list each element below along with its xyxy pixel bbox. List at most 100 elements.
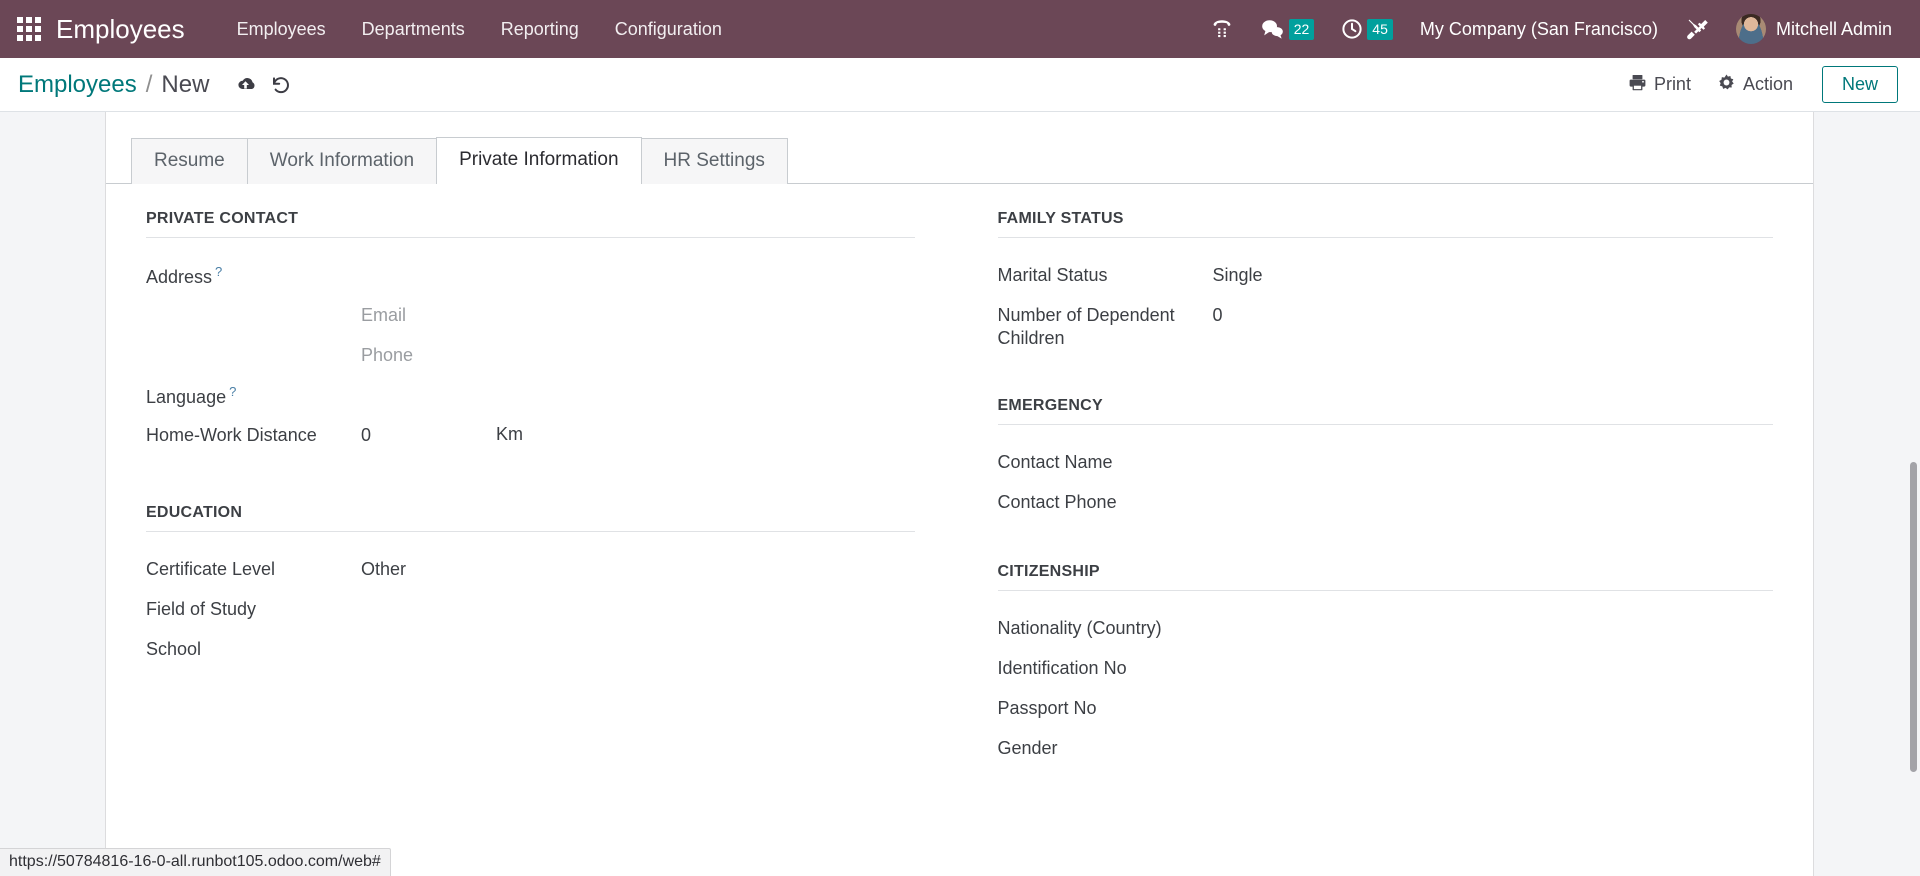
field-label-passport-no: Passport No: [997, 697, 1097, 718]
group-education: EDUCATION Certificate Level Other Field …: [146, 504, 915, 670]
group-emergency: EMERGENCY Contact Name Contact Phone: [997, 397, 1774, 523]
menu-item-employees[interactable]: Employees: [219, 11, 344, 48]
field-label-field-of-study: Field of Study: [146, 599, 257, 619]
field-value-email[interactable]: Email: [361, 302, 406, 327]
field-dependent-children: Number of Dependent Children 0: [998, 296, 1774, 357]
status-bar-url: https://50784816-16-0-all.runbot105.odoo…: [0, 848, 391, 876]
form-background: Resume Work Information Private Informat…: [0, 112, 1920, 876]
user-name: Mitchell Admin: [1775, 18, 1892, 39]
field-value-school[interactable]: [361, 636, 501, 659]
vertical-scrollbar-track[interactable]: [1906, 224, 1920, 876]
tools-debug-icon[interactable]: [1672, 10, 1724, 48]
field-label-address-text: Address: [146, 267, 213, 287]
gear-icon: [1717, 73, 1736, 97]
group-title-emergency: EMERGENCY: [997, 397, 1773, 425]
top-navbar: Employees Employees Departments Reportin…: [0, 0, 1920, 58]
field-gender: Gender: [998, 729, 1774, 769]
tab-resume[interactable]: Resume: [131, 138, 248, 184]
field-label-school: School: [146, 639, 202, 659]
field-field-of-study: Field of Study: [146, 590, 915, 630]
menu-item-departments[interactable]: Departments: [344, 11, 483, 48]
field-label-home-work-distance: Home-Work Distance: [146, 425, 317, 445]
field-label-nationality: Nationality (Country): [997, 617, 1162, 638]
field-label-identification-no: Identification No: [997, 657, 1127, 678]
field-certificate-level: Certificate Level Other: [146, 550, 915, 590]
navbar-menu: Employees Departments Reporting Configur…: [219, 11, 740, 48]
field-address: Address?: [146, 256, 915, 296]
field-language: Language?: [146, 376, 915, 416]
app-brand-employees[interactable]: Employees: [56, 14, 185, 45]
breadcrumb-separator: /: [145, 70, 153, 98]
breadcrumb-current-new: New: [161, 70, 210, 98]
field-label-email: [146, 302, 361, 304]
vertical-scrollbar-thumb[interactable]: [1910, 462, 1917, 772]
tab-private-information[interactable]: Private Information: [436, 137, 642, 184]
right-column: FAMILY STATUS Marital Status Single Numb…: [960, 210, 1774, 817]
field-nationality: Nationality (Country): [998, 609, 1774, 649]
form-sheet: Resume Work Information Private Informat…: [105, 112, 1814, 876]
tab-work-information[interactable]: Work Information: [246, 138, 438, 184]
control-panel: Employees / New Print Action New: [0, 58, 1920, 112]
field-value-emergency-contact-phone[interactable]: [1213, 489, 1353, 512]
group-family-status: FAMILY STATUS Marital Status Single Numb…: [997, 210, 1774, 357]
field-value-address[interactable]: [361, 262, 501, 285]
field-emergency-contact-name: Contact Name: [998, 443, 1774, 483]
print-label: Print: [1653, 74, 1691, 94]
help-icon-address[interactable]: ?: [215, 264, 222, 279]
field-value-dependent-children[interactable]: 0: [1213, 302, 1253, 327]
field-value-identification-no[interactable]: [1213, 655, 1353, 678]
breadcrumb-root-employees[interactable]: Employees: [18, 71, 137, 99]
print-button[interactable]: Print: [1615, 67, 1704, 103]
field-label-language: Language?: [146, 382, 361, 409]
field-label-language-text: Language: [146, 387, 227, 407]
group-citizenship: CITIZENSHIP Nationality (Country) Identi…: [997, 563, 1774, 769]
control-panel-actions: Print Action New: [1615, 66, 1898, 103]
field-value-home-work-distance[interactable]: 0: [361, 422, 401, 447]
field-value-marital-status[interactable]: Single: [1213, 262, 1263, 287]
field-value-field-of-study[interactable]: [361, 596, 501, 619]
user-menu[interactable]: Mitchell Admin: [1724, 9, 1898, 49]
clock-activities-icon[interactable]: 45: [1327, 11, 1406, 47]
left-column: PRIVATE CONTACT Address? Email Phone Lan…: [146, 210, 960, 817]
help-icon-language[interactable]: ?: [229, 384, 236, 399]
private-information-panel: PRIVATE CONTACT Address? Email Phone Lan…: [106, 184, 1813, 817]
field-label-phone: [146, 342, 361, 344]
group-title-private-contact: PRIVATE CONTACT: [146, 210, 915, 238]
field-label-emergency-contact-name: Contact Name: [997, 451, 1113, 472]
new-button[interactable]: New: [1821, 66, 1898, 103]
record-dirty-actions: [227, 68, 299, 102]
avatar: [1735, 14, 1766, 44]
action-button[interactable]: Action: [1704, 67, 1806, 103]
messages-icon[interactable]: 22: [1247, 11, 1328, 47]
field-value-language[interactable]: [361, 382, 501, 405]
activities-badge: 45: [1367, 18, 1393, 40]
field-value-gender[interactable]: [1213, 735, 1353, 758]
field-label-certificate-level: Certificate Level: [146, 559, 276, 579]
field-home-work-distance: Home-Work Distance 0 Km: [146, 416, 915, 456]
field-value-passport-no[interactable]: [1213, 695, 1353, 718]
field-value-emergency-contact-name[interactable]: [1213, 449, 1353, 472]
company-switcher[interactable]: My Company (San Francisco): [1406, 11, 1672, 48]
field-marital-status: Marital Status Single: [998, 256, 1774, 296]
field-value-certificate-level[interactable]: Other: [361, 556, 406, 581]
notebook-tabs: Resume Work Information Private Informat…: [106, 112, 1813, 184]
apps-grid-icon[interactable]: [14, 14, 44, 44]
field-unit-km: Km: [496, 424, 523, 444]
action-label: Action: [1742, 74, 1793, 94]
cloud-upload-save-icon[interactable]: [227, 68, 263, 102]
tab-hr-settings[interactable]: HR Settings: [640, 138, 788, 184]
dialpad-icon[interactable]: [1197, 11, 1247, 47]
undo-discard-icon[interactable]: [263, 68, 299, 102]
group-title-education: EDUCATION: [146, 504, 915, 532]
field-value-phone[interactable]: Phone: [361, 342, 413, 367]
field-label-emergency-contact-phone: Contact Phone: [997, 491, 1117, 512]
field-value-nationality[interactable]: [1213, 615, 1353, 638]
group-title-family-status: FAMILY STATUS: [997, 210, 1773, 238]
field-school: School: [146, 630, 915, 670]
menu-item-reporting[interactable]: Reporting: [483, 11, 597, 48]
field-phone: Phone: [146, 336, 915, 376]
printer-icon: [1628, 73, 1647, 97]
menu-item-configuration[interactable]: Configuration: [597, 11, 740, 48]
field-passport-no: Passport No: [998, 689, 1774, 729]
field-identification-no: Identification No: [998, 649, 1774, 689]
